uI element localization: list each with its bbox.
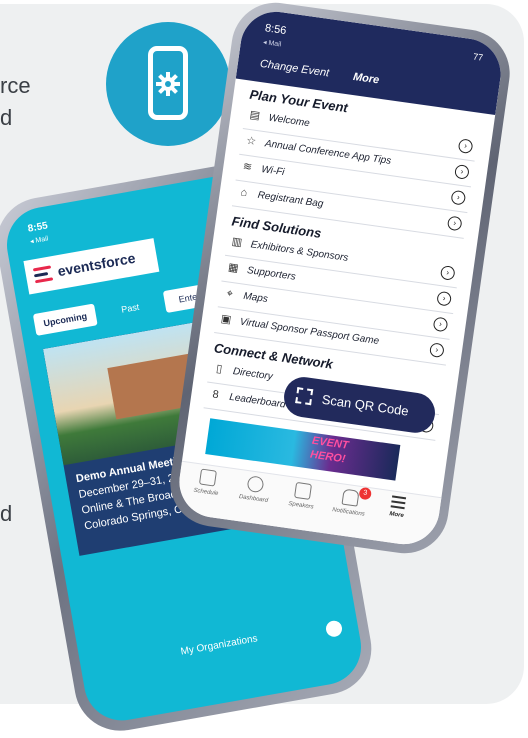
nav-more[interactable]: More	[374, 493, 421, 521]
chevron-right-icon: ›	[446, 215, 463, 232]
map-icon: ⌖	[225, 287, 234, 301]
bell-icon	[341, 488, 360, 507]
gear-icon	[156, 72, 180, 96]
partial-text-3: d	[0, 501, 13, 526]
banner-line-2: HERO!	[309, 448, 347, 466]
chevron-right-icon: ›	[432, 316, 449, 333]
directory-icon: ▯	[215, 362, 223, 376]
nav-label: More	[389, 511, 405, 520]
menu-icon	[390, 495, 407, 510]
back-to-mail[interactable]: ◂ Mail	[263, 38, 282, 48]
phone-gear-icon	[148, 46, 188, 120]
nav-notifications[interactable]: 3 Notifications	[326, 486, 373, 519]
chevron-right-icon: ›	[428, 342, 445, 359]
menu-item-label: Maps	[242, 290, 269, 306]
chevron-right-icon: ›	[457, 138, 474, 155]
eventsforce-logo-icon	[32, 265, 55, 284]
settings-icon[interactable]	[324, 619, 344, 638]
scan-qr-label: Scan QR Code	[320, 391, 410, 419]
brand-name: eventsforce	[56, 249, 137, 280]
menu-item-label: Welcome	[267, 112, 311, 130]
nav-label: Notifications	[331, 507, 366, 518]
more-title: More	[352, 70, 380, 87]
nav-schedule[interactable]: Schedule	[184, 467, 231, 499]
qr-code-icon	[295, 387, 314, 406]
my-organizations-link[interactable]: My Organizations	[159, 630, 279, 662]
notification-badge: 3	[358, 486, 373, 501]
status-time: 8:55	[27, 220, 49, 235]
passport-icon: ▣	[220, 312, 233, 327]
partial-text-2: d	[0, 105, 13, 130]
menu-item-label: Supporters	[246, 265, 297, 283]
nav-label: Speakers	[287, 501, 314, 511]
menu-item-label: Wi-Fi	[260, 164, 286, 179]
status-time: 8:56	[264, 22, 288, 38]
chevron-right-icon: ›	[439, 265, 456, 281]
tab-upcoming[interactable]: Upcoming	[32, 303, 98, 336]
settings-badge	[106, 22, 230, 146]
back-to-mail[interactable]: ◂ Mail	[29, 234, 49, 245]
brand-logo: eventsforce	[23, 238, 160, 295]
wifi-icon: ≋	[242, 160, 253, 174]
leaderboard-icon: 8	[211, 388, 220, 402]
menu-item-label: Directory	[232, 366, 274, 383]
menu-item-label: Registrant Bag	[256, 189, 324, 210]
tab-past[interactable]: Past	[102, 293, 159, 324]
star-icon: ☆	[245, 134, 257, 148]
nav-label: Dashboard	[238, 494, 269, 505]
document-icon: ▤	[248, 108, 261, 123]
nav-speakers[interactable]: Speakers	[279, 480, 326, 512]
nav-label: Schedule	[193, 487, 219, 498]
calendar-icon	[198, 468, 217, 487]
speakers-icon	[293, 481, 313, 500]
chevron-right-icon: ›	[450, 189, 467, 206]
nav-dashboard[interactable]: Dashboard	[231, 473, 278, 505]
menu-item-label: Leaderboard	[228, 391, 287, 411]
change-event-button[interactable]: Change Event	[259, 58, 330, 80]
building-icon: ▦	[227, 261, 240, 275]
bag-icon: ⌂	[239, 186, 249, 200]
partial-text-1: rce	[0, 73, 31, 98]
dashboard-icon	[246, 475, 265, 494]
battery-indicator: 77	[472, 51, 484, 63]
booth-icon: ▥	[230, 235, 243, 249]
chevron-right-icon: ›	[454, 164, 470, 180]
chevron-right-icon: ›	[436, 290, 453, 307]
